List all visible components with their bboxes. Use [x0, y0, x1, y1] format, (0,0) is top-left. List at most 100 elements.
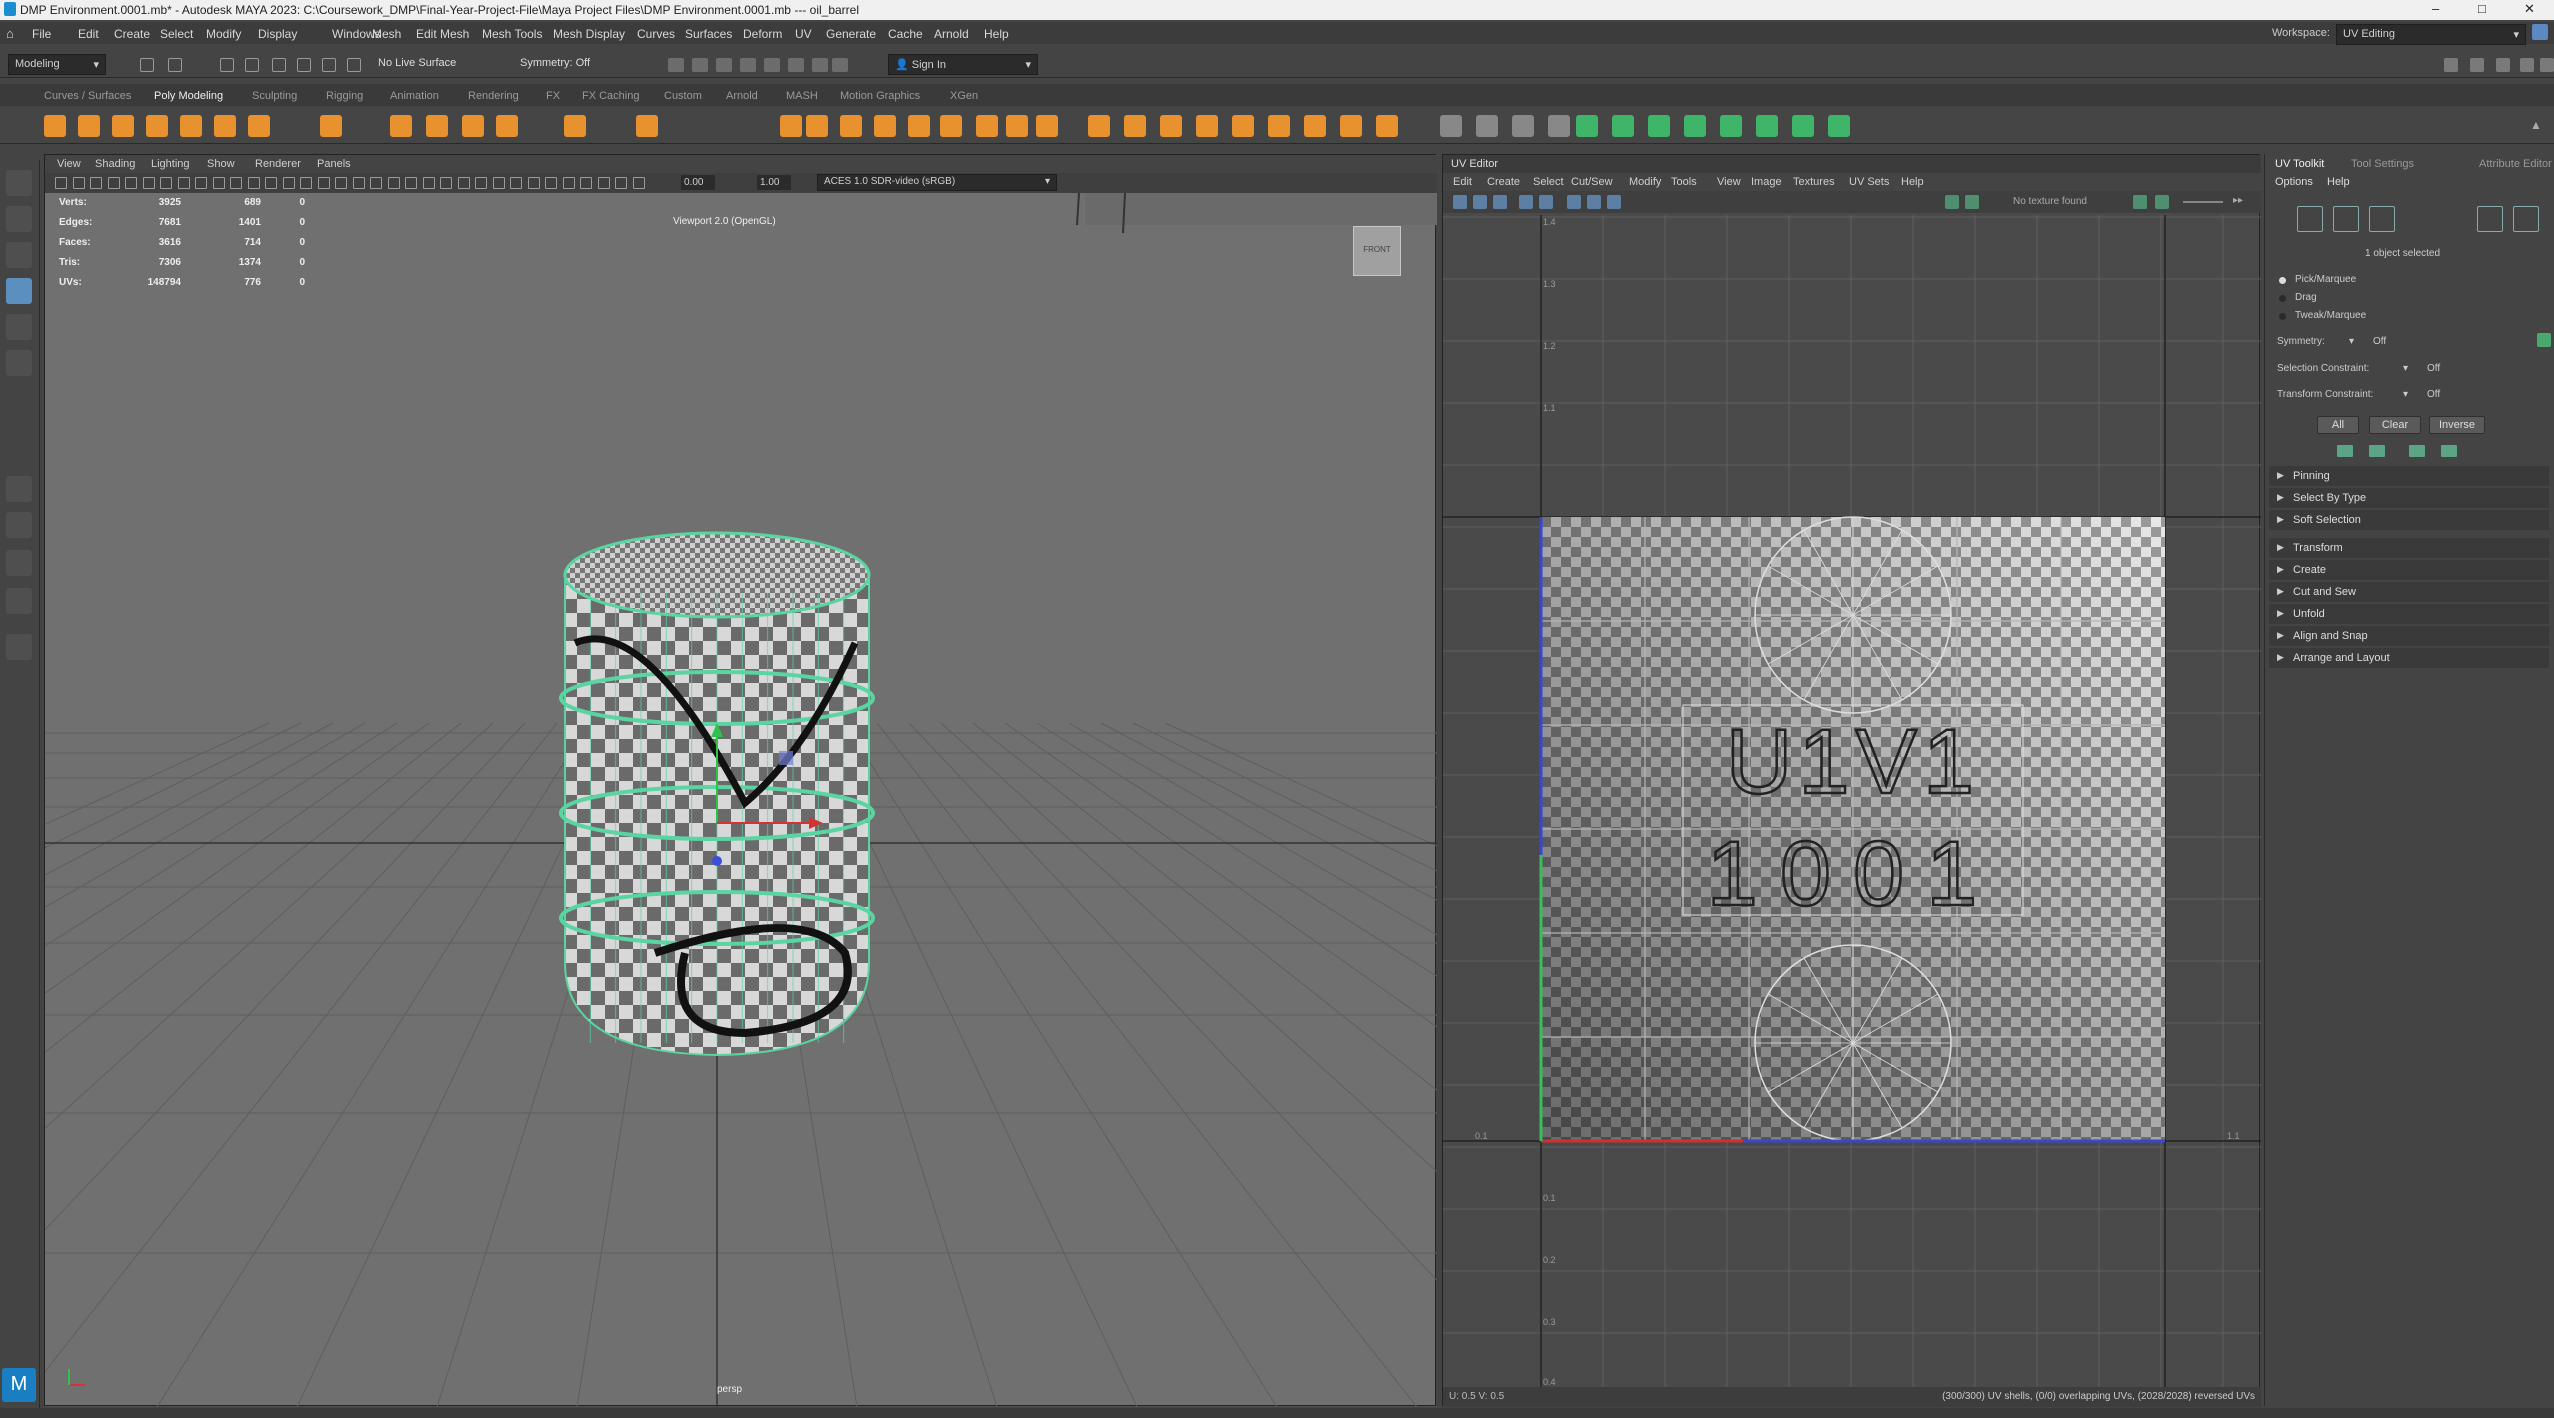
viewport-toggle-icon[interactable]: [492, 177, 505, 189]
shell-grid-icon[interactable]: [2513, 206, 2539, 232]
mesh-op-icon[interactable]: [1648, 115, 1670, 137]
poly-tool-icon[interactable]: [320, 115, 342, 137]
uv-shell-mode-icon[interactable]: [2477, 206, 2503, 232]
poly-tool-icon[interactable]: [564, 115, 586, 137]
poly-tool-icon[interactable]: [976, 115, 998, 137]
poly-tool-icon[interactable]: [780, 115, 802, 137]
viewport-toggle-icon[interactable]: [457, 177, 470, 189]
viewport-toggle-icon[interactable]: [212, 177, 225, 189]
shelf-tab-curves-surfaces[interactable]: Curves / Surfaces: [44, 90, 131, 102]
section-cut-and-sew[interactable]: Cut and Sew: [2269, 582, 2549, 602]
menu-create[interactable]: Create: [114, 27, 150, 41]
viewport-toggle-icon[interactable]: [352, 177, 365, 189]
viewport-toggle-icon[interactable]: [527, 177, 540, 189]
uv-display-icon[interactable]: [2133, 195, 2147, 209]
render-tool-icon[interactable]: [764, 58, 780, 72]
menu-cache[interactable]: Cache: [888, 27, 923, 41]
mesh-op-icon[interactable]: [1792, 115, 1814, 137]
poly-tool-icon[interactable]: [1196, 115, 1218, 137]
menu-arnold[interactable]: Arnold: [934, 27, 969, 41]
shelf-tab-mash[interactable]: MASH: [786, 90, 818, 102]
menu-uv[interactable]: UV: [795, 27, 812, 41]
persp-viewport[interactable]: View Shading Lighting Show Renderer Panels 0.…: [44, 154, 1437, 1407]
uv-view-icon[interactable]: [1519, 195, 1533, 209]
menu-mesh-display[interactable]: Mesh Display: [553, 27, 625, 41]
poly-tool-icon[interactable]: [1340, 115, 1362, 137]
viewport-menu-show[interactable]: Show: [207, 158, 235, 170]
toolkit-menu-help[interactable]: Help: [2327, 176, 2350, 188]
poly-tool-icon[interactable]: [462, 115, 484, 137]
panel-toggle-icon[interactable]: [2540, 58, 2554, 72]
poly-tool-icon[interactable]: [1376, 115, 1398, 137]
poly-tool-icon[interactable]: [248, 115, 270, 137]
render-tool-icon[interactable]: [788, 58, 804, 72]
clear-selection-button[interactable]: Clear: [2369, 416, 2421, 434]
poly-tool-icon[interactable]: [180, 115, 202, 137]
viewport-menu-renderer[interactable]: Renderer: [255, 158, 301, 170]
viewport-toggle-icon[interactable]: [632, 177, 645, 189]
sculpt-tool-icon[interactable]: [1548, 115, 1570, 137]
viewport-toggle-icon[interactable]: [422, 177, 435, 189]
menu-edit-mesh[interactable]: Edit Mesh: [416, 27, 469, 41]
shelf-tab-sculpting[interactable]: Sculpting: [252, 90, 297, 102]
mesh-op-icon[interactable]: [1828, 115, 1850, 137]
shelf-tab-custom[interactable]: Custom: [664, 90, 702, 102]
sign-in-dropdown[interactable]: 👤 Sign In ▾: [888, 54, 1038, 75]
mesh-op-icon[interactable]: [1720, 115, 1742, 137]
viewport-toggle-icon[interactable]: [405, 177, 417, 189]
menu-mesh-tools[interactable]: Mesh Tools: [482, 27, 542, 41]
status-tool-icon[interactable]: [140, 58, 154, 72]
viewport-toggle-icon[interactable]: [142, 177, 155, 189]
viewport-toggle-icon[interactable]: [177, 177, 190, 189]
poly-tool-icon[interactable]: [390, 115, 412, 137]
render-tool-icon[interactable]: [692, 58, 708, 72]
render-tool-icon[interactable]: [812, 58, 828, 72]
uv-view-icon[interactable]: [1493, 195, 1507, 209]
poly-tool-icon[interactable]: [636, 115, 658, 137]
section-soft-selection[interactable]: Soft Selection: [2269, 510, 2549, 530]
menu-modify[interactable]: Modify: [206, 27, 241, 41]
uv-view-icon[interactable]: [1607, 195, 1621, 209]
edge-mode-icon[interactable]: [2333, 206, 2359, 232]
render-tool-icon[interactable]: [832, 58, 848, 72]
outliner-icon[interactable]: [6, 588, 32, 614]
menu-mesh[interactable]: Mesh: [372, 27, 401, 41]
viewport-toggle-icon[interactable]: [545, 177, 557, 189]
toolkit-tab-attribute-editor[interactable]: Attribute Editor: [2479, 158, 2552, 170]
selection-op-icon[interactable]: [2337, 445, 2353, 457]
section-align-and-snap[interactable]: Align and Snap: [2269, 626, 2549, 646]
viewport-toggle-icon[interactable]: [265, 177, 277, 189]
selection-op-icon[interactable]: [2441, 445, 2457, 457]
menu-curves[interactable]: Curves: [637, 27, 675, 41]
symmetry-label[interactable]: Symmetry: Off: [520, 57, 590, 69]
sculpt-tool-icon[interactable]: [1512, 115, 1534, 137]
uv-grid-canvas[interactable]: U1V11001 1.4 1.3 1.2 1.1 0.1 0.2 0.3 0.4 0.1 1.1: [1443, 215, 2261, 1387]
poly-tool-icon[interactable]: [806, 115, 828, 137]
section-transform[interactable]: Transform: [2269, 538, 2549, 558]
dim-slider[interactable]: [2183, 201, 2223, 203]
uv-menu-help[interactable]: Help: [1901, 176, 1924, 188]
poly-tool-icon[interactable]: [1088, 115, 1110, 137]
poly-tool-icon[interactable]: [840, 115, 862, 137]
render-tool-icon[interactable]: [668, 58, 684, 72]
sculpt-tool-icon[interactable]: [1440, 115, 1462, 137]
uv-menu-view[interactable]: View: [1717, 176, 1741, 188]
poly-tool-icon[interactable]: [1006, 115, 1028, 137]
layout-four-icon[interactable]: [6, 512, 32, 538]
shelf-scroll-icon[interactable]: ▲: [2530, 118, 2542, 132]
viewport-toggle-icon[interactable]: [387, 177, 400, 189]
poly-tool-icon[interactable]: [1036, 115, 1058, 137]
menu-surfaces[interactable]: Surfaces: [685, 27, 732, 41]
shelf-tab-fx[interactable]: FX: [546, 90, 560, 102]
workspace-dropdown[interactable]: UV Editing ▾: [2336, 24, 2526, 45]
mode-radio[interactable]: [2279, 295, 2286, 302]
menu-edit[interactable]: Edit: [78, 27, 99, 41]
shelf-tab-animation[interactable]: Animation: [390, 90, 439, 102]
layout-two-icon[interactable]: [6, 550, 32, 576]
uv-menu-modify[interactable]: Modify: [1629, 176, 1661, 188]
section-pinning[interactable]: Pinning: [2269, 466, 2549, 486]
toolkit-menu-options[interactable]: Options: [2275, 176, 2313, 188]
uv-menu-select[interactable]: Select: [1533, 176, 1564, 188]
poly-tool-icon[interactable]: [112, 115, 134, 137]
selection-op-icon[interactable]: [2409, 445, 2425, 457]
